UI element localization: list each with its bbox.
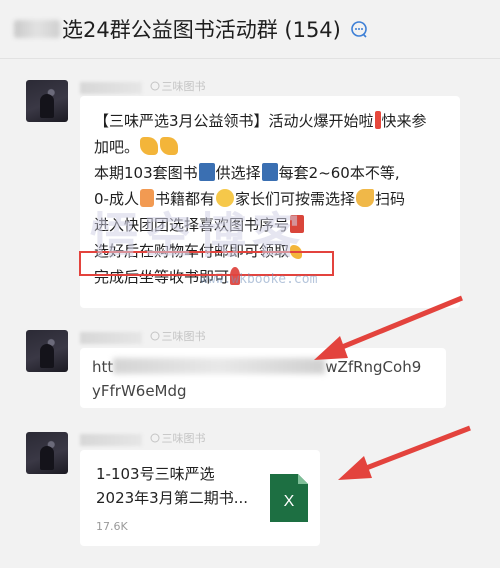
at-icon <box>150 433 159 443</box>
at-icon <box>150 331 159 341</box>
sender-name: 三味图书 <box>80 78 206 94</box>
file-name-line-1: 1-103号三味严选 <box>96 465 215 483</box>
chat-title: 选24群公益图书活动群 (154) <box>14 14 369 44</box>
book-icon <box>198 163 215 181</box>
sender-name: 三味图书 <box>80 328 206 344</box>
open-book-icon <box>261 163 278 181</box>
chat-header: 选24群公益图书活动群 (154) <box>0 0 500 59</box>
file-name-line-2: 2023年3月第二期书... <box>96 489 249 507</box>
file-size: 17.6K <box>96 520 128 533</box>
excel-icon: X <box>270 474 308 522</box>
watermark-url: www.wkbooke.com <box>200 272 318 287</box>
at-icon <box>150 81 159 91</box>
watermark: 悟空博客 <box>90 208 307 264</box>
muscle-icon <box>356 189 374 207</box>
avatar[interactable] <box>26 432 68 474</box>
exclamation-icon <box>374 111 381 129</box>
file-bubble[interactable]: 1-103号三味严选 2023年3月第二期书... 17.6K X <box>80 450 320 546</box>
red-arrow-icon <box>338 425 471 480</box>
message-line: 加吧。 <box>94 134 454 160</box>
red-arrow-icon <box>314 295 463 360</box>
avatar[interactable] <box>26 330 68 372</box>
chat-title-text: 选24群公益图书活动群 (154) <box>62 18 341 42</box>
clap-icon <box>140 137 159 155</box>
clap-icon <box>160 137 179 155</box>
message-line: 【三味严选3月公益领书】活动火爆开始啦 快来参 <box>94 111 427 130</box>
chat-bubble-icon[interactable] <box>349 19 369 39</box>
blurred-link <box>113 358 326 374</box>
message-line: 本期103套图书 供选择 每套2~60本不等, <box>94 163 400 182</box>
link-line-2[interactable]: yFfrW6eMdg <box>92 382 187 400</box>
svg-text:X: X <box>284 493 295 510</box>
blurred-group-prefix <box>14 20 60 38</box>
blurred-sender <box>80 82 142 94</box>
sender-name: 三味图书 <box>80 430 206 446</box>
avatar[interactable] <box>26 80 68 122</box>
sender-tag: 三味图书 <box>150 430 206 446</box>
blurred-sender <box>80 434 142 446</box>
sender-tag: 三味图书 <box>150 328 206 344</box>
blurred-sender <box>80 332 142 344</box>
sender-tag: 三味图书 <box>150 78 206 94</box>
